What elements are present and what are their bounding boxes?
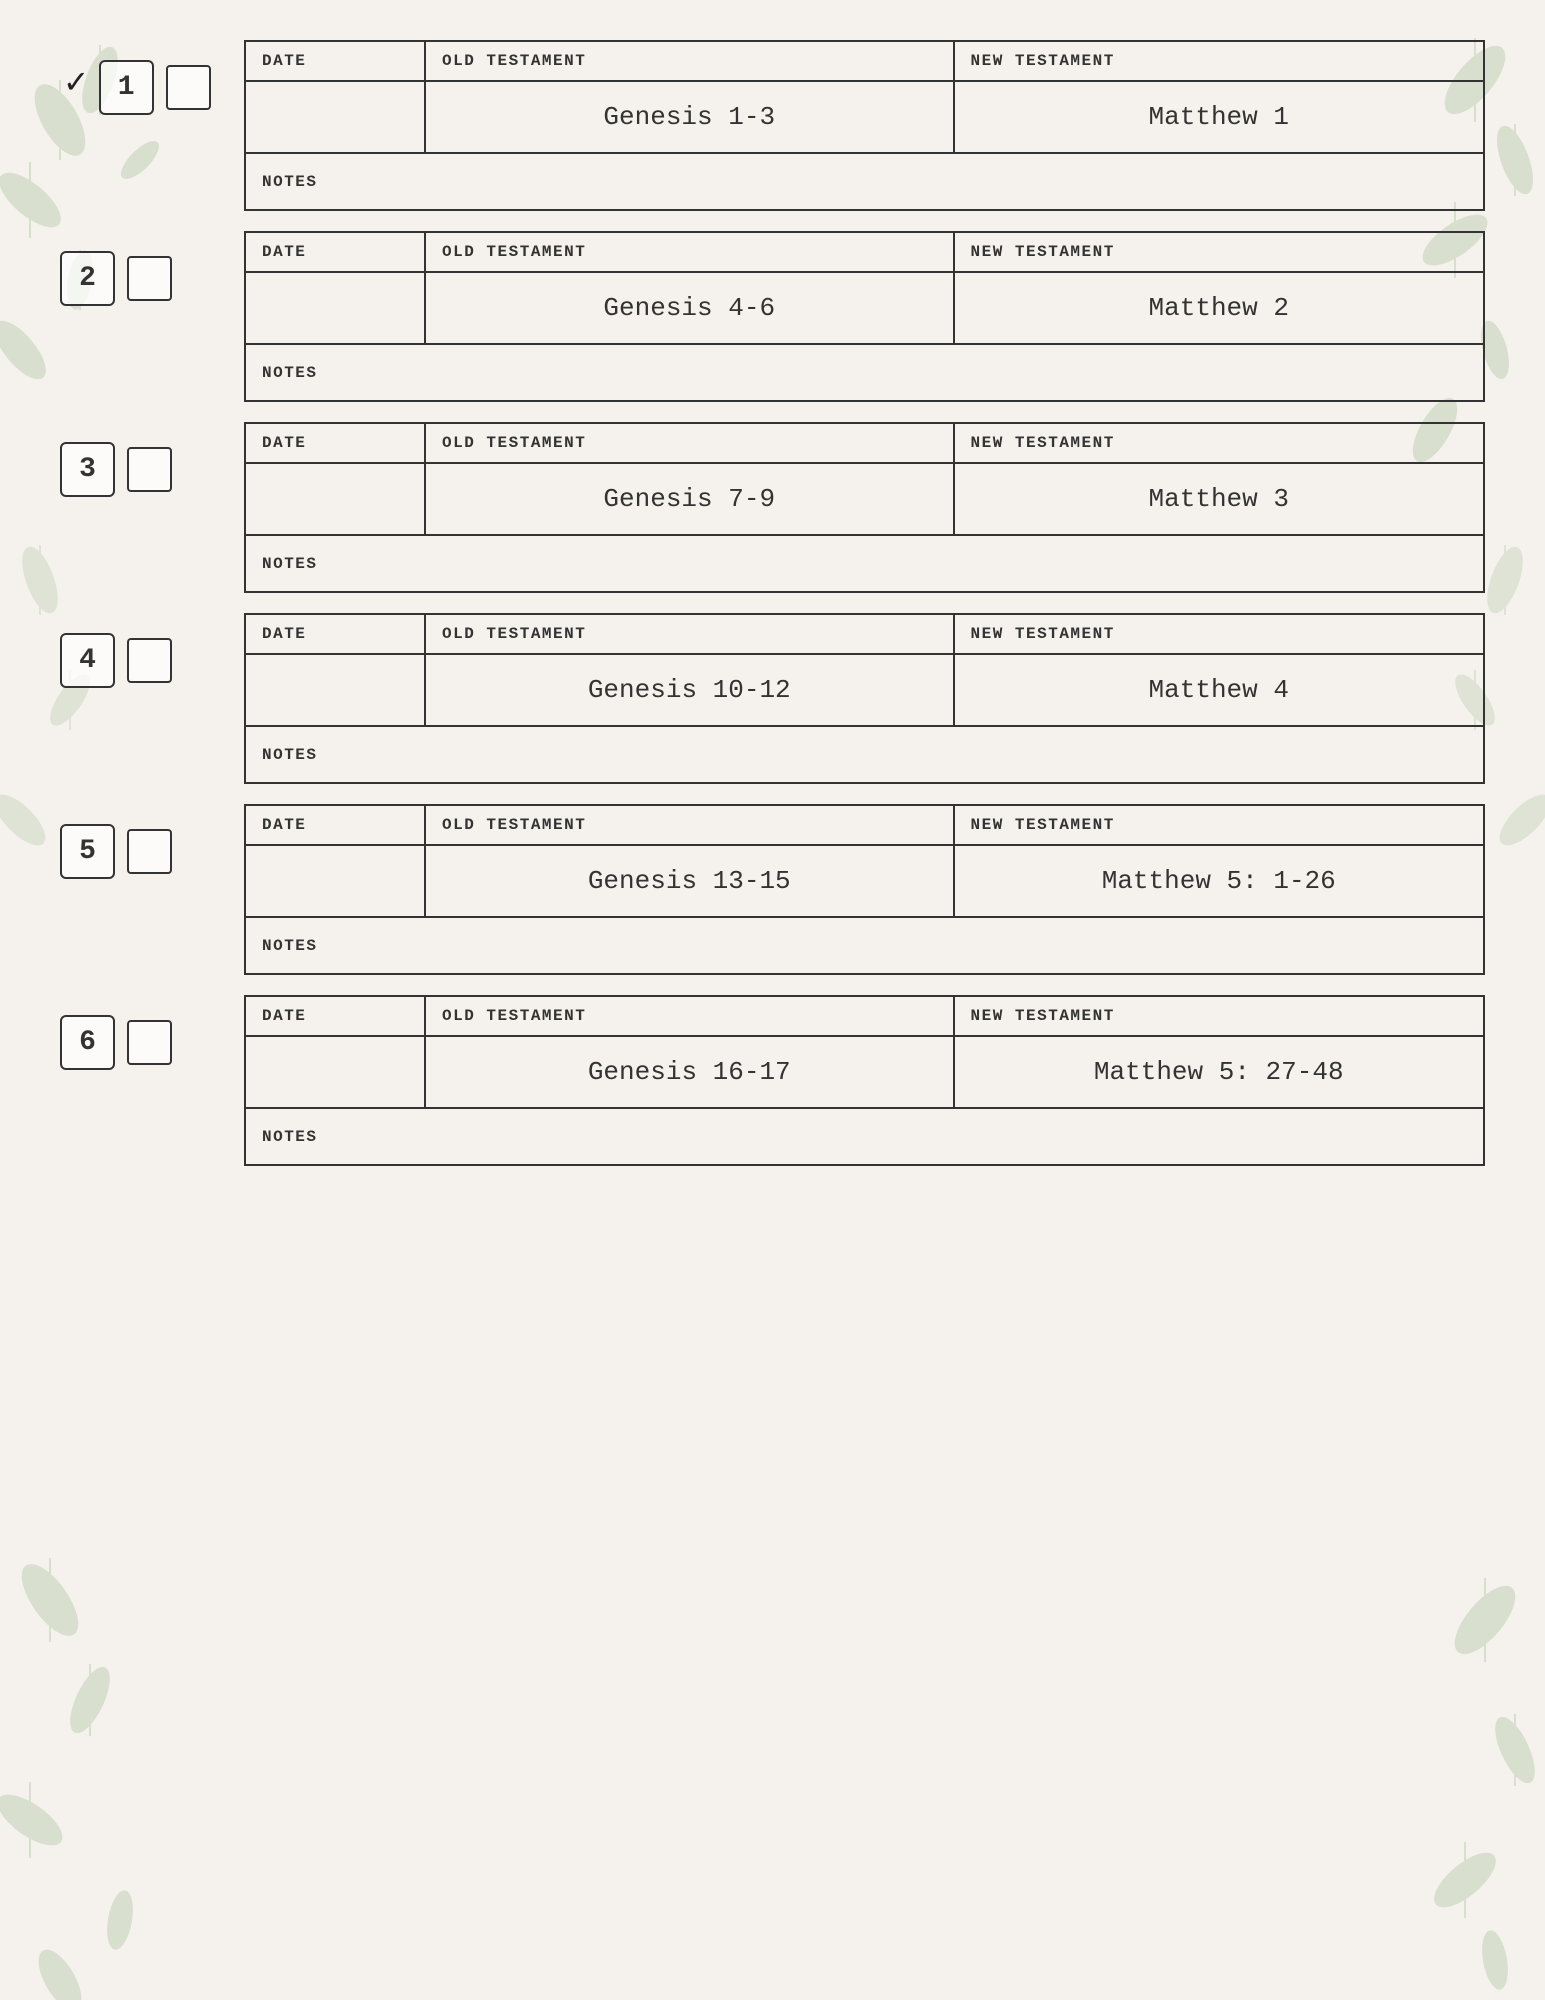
day-1-checkbox[interactable] [166,65,211,110]
day-6-checkbox[interactable] [127,1020,172,1065]
day-5-notes: NOTES [246,918,1483,973]
day-5-row: 5 DATE OLD TESTAMENT NEW TESTAMENT Genes… [60,804,1485,995]
day-2-date[interactable] [246,273,426,343]
day-2-row: 2 DATE OLD TESTAMENT NEW TESTAMENT Genes… [60,231,1485,422]
day-4-block: DATE OLD TESTAMENT NEW TESTAMENT Genesis… [244,613,1485,784]
date-header-4: DATE [246,615,426,653]
checkmark-icon: ✓ [65,61,87,104]
day-5-nt: Matthew 5: 1-26 [955,846,1484,916]
day-6-number: 6 [60,1015,115,1070]
day-5-block: DATE OLD TESTAMENT NEW TESTAMENT Genesis… [244,804,1485,975]
day-1-block: DATE OLD TESTAMENT NEW TESTAMENT Genesis… [244,40,1485,211]
day-1-date[interactable] [246,82,426,152]
nt-header-4: NEW TESTAMENT [955,615,1484,653]
day-5-readings: Genesis 13-15 Matthew 5: 1-26 [246,846,1483,918]
day-6-notes: NOTES [246,1109,1483,1164]
day-2-number: 2 [60,251,115,306]
day-2-ot: Genesis 4-6 [426,273,955,343]
date-header-6: DATE [246,997,426,1035]
date-header-5: DATE [246,806,426,844]
day-6-labels: 6 [60,995,220,1070]
day-5-number: 5 [60,824,115,879]
day-6-row: 6 DATE OLD TESTAMENT NEW TESTAMENT Genes… [60,995,1485,1186]
day-4-header: DATE OLD TESTAMENT NEW TESTAMENT [246,615,1483,655]
day-1-labels: ✓ 1 [60,40,220,115]
ot-header-5: OLD TESTAMENT [426,806,955,844]
day-4-labels: 4 [60,613,220,688]
day-3-block: DATE OLD TESTAMENT NEW TESTAMENT Genesis… [244,422,1485,593]
day-1-ot: Genesis 1-3 [426,82,955,152]
day-5-header: DATE OLD TESTAMENT NEW TESTAMENT [246,806,1483,846]
day-3-readings: Genesis 7-9 Matthew 3 [246,464,1483,536]
day-6-nt: Matthew 5: 27-48 [955,1037,1484,1107]
ot-header-6: OLD TESTAMENT [426,997,955,1035]
day-4-notes: NOTES [246,727,1483,782]
day-2-header: DATE OLD TESTAMENT NEW TESTAMENT [246,233,1483,273]
date-header-1: DATE [246,42,426,80]
day-6-readings: Genesis 16-17 Matthew 5: 27-48 [246,1037,1483,1109]
day-3-labels: 3 [60,422,220,497]
day-2-checkbox[interactable] [127,256,172,301]
nt-header-6: NEW TESTAMENT [955,997,1484,1035]
day-3-checkbox[interactable] [127,447,172,492]
day-3-row: 3 DATE OLD TESTAMENT NEW TESTAMENT Genes… [60,422,1485,613]
ot-header-4: OLD TESTAMENT [426,615,955,653]
day-6-block: DATE OLD TESTAMENT NEW TESTAMENT Genesis… [244,995,1485,1166]
nt-header-5: NEW TESTAMENT [955,806,1484,844]
date-header-3: DATE [246,424,426,462]
day-1-readings: Genesis 1-3 Matthew 1 [246,82,1483,154]
day-4-readings: Genesis 10-12 Matthew 4 [246,655,1483,727]
day-3-ot: Genesis 7-9 [426,464,955,534]
day-2-block: DATE OLD TESTAMENT NEW TESTAMENT Genesis… [244,231,1485,402]
day-2-readings: Genesis 4-6 Matthew 2 [246,273,1483,345]
day-4-row: 4 DATE OLD TESTAMENT NEW TESTAMENT Genes… [60,613,1485,804]
day-5-ot: Genesis 13-15 [426,846,955,916]
day-4-date[interactable] [246,655,426,725]
day-5-checkbox[interactable] [127,829,172,874]
day-3-date[interactable] [246,464,426,534]
day-5-date[interactable] [246,846,426,916]
day-2-nt: Matthew 2 [955,273,1484,343]
day-6-ot: Genesis 16-17 [426,1037,955,1107]
day-4-nt: Matthew 4 [955,655,1484,725]
day-4-checkbox[interactable] [127,638,172,683]
day-1-nt: Matthew 1 [955,82,1484,152]
day-4-number: 4 [60,633,115,688]
nt-header-1: NEW TESTAMENT [955,42,1484,80]
nt-header-2: NEW TESTAMENT [955,233,1484,271]
day-2-notes: NOTES [246,345,1483,400]
day-1-row: ✓ 1 DATE OLD TESTAMENT NEW TESTAMENT Gen… [60,40,1485,231]
day-3-nt: Matthew 3 [955,464,1484,534]
content-area: ✓ 1 DATE OLD TESTAMENT NEW TESTAMENT Gen… [0,0,1545,1246]
day-5-labels: 5 [60,804,220,879]
date-header-2: DATE [246,233,426,271]
nt-header-3: NEW TESTAMENT [955,424,1484,462]
day-6-header: DATE OLD TESTAMENT NEW TESTAMENT [246,997,1483,1037]
ot-header-1: OLD TESTAMENT [426,42,955,80]
day-2-labels: 2 [60,231,220,306]
day-3-header: DATE OLD TESTAMENT NEW TESTAMENT [246,424,1483,464]
ot-header-3: OLD TESTAMENT [426,424,955,462]
ot-header-2: OLD TESTAMENT [426,233,955,271]
day-6-date[interactable] [246,1037,426,1107]
day-1-notes: NOTES [246,154,1483,209]
day-1-header: DATE OLD TESTAMENT NEW TESTAMENT [246,42,1483,82]
day-4-ot: Genesis 10-12 [426,655,955,725]
day-3-number: 3 [60,442,115,497]
day-1-number: 1 [99,60,154,115]
day-3-notes: NOTES [246,536,1483,591]
